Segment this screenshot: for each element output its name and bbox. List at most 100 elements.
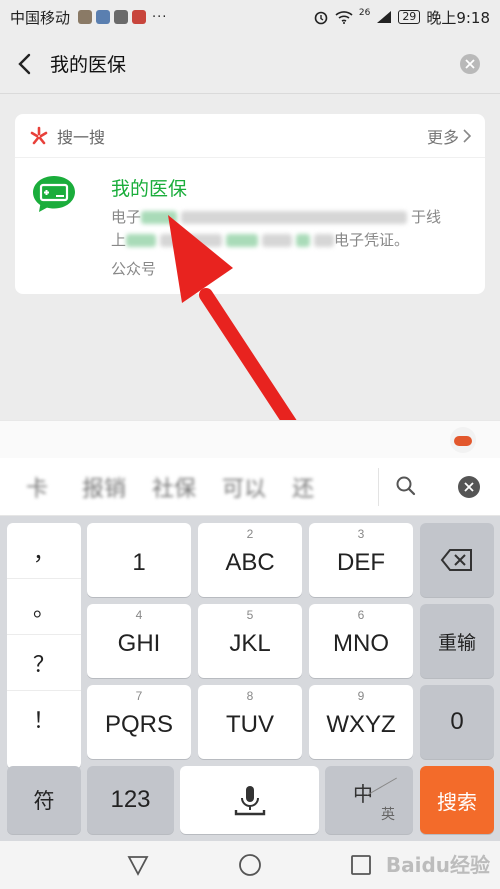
- back-button[interactable]: [0, 34, 48, 94]
- candidate-bar: 卡 报销 社保 可以 还: [0, 458, 500, 516]
- punct-key[interactable]: ，: [7, 523, 81, 579]
- close-icon: [465, 59, 475, 69]
- key-label: TUV: [226, 711, 274, 738]
- language-switch-key[interactable]: 中 英: [325, 766, 413, 834]
- clock: 晚上9:18: [426, 8, 490, 27]
- blurred-text: [126, 234, 157, 247]
- app-notification-icon: [114, 10, 129, 24]
- key-label: PQRS: [104, 711, 173, 738]
- search-header: 我的医保: [0, 34, 500, 94]
- key-label: 搜索: [437, 789, 477, 814]
- key-1[interactable]: 1: [87, 523, 191, 597]
- key-number: 7: [135, 689, 143, 703]
- numeric-key[interactable]: 123: [87, 766, 174, 834]
- keyboard-toolbar: [0, 420, 500, 458]
- chevron-right-icon: [463, 128, 471, 143]
- candidate-word[interactable]: 卡: [26, 471, 48, 503]
- chevron-left-icon: [18, 53, 31, 74]
- search-input[interactable]: 我的医保: [50, 50, 126, 77]
- key-3[interactable]: 3 DEF: [309, 523, 413, 597]
- t9-keyboard: ， 。 ？ ！ 1 2 ABC 3 DEF 4 GHI 5 JKL 6 MNO 重输 7 P…: [0, 516, 500, 841]
- key-label: GHI: [117, 630, 161, 657]
- more-link[interactable]: 更多: [427, 124, 471, 148]
- punctuation-column: ， 。 ？ ！: [7, 523, 81, 769]
- key-0[interactable]: 0: [420, 685, 494, 759]
- search-key[interactable]: 搜索: [420, 766, 494, 834]
- result-source: 公众号: [111, 260, 157, 278]
- status-bar: 中国移动 ··· 26 29 晚上9:18: [0, 0, 500, 34]
- result-description: 电子 于线 上 电子凭证。: [111, 206, 471, 252]
- close-icon: [464, 482, 474, 492]
- clear-search-button[interactable]: [460, 54, 480, 74]
- blurred-text: [141, 211, 178, 224]
- lang-sub-label: 英: [381, 807, 395, 823]
- battery-indicator: 29: [398, 10, 421, 24]
- space-voice-key[interactable]: [180, 766, 319, 834]
- punct-key[interactable]: ！: [7, 691, 81, 747]
- candidate-word[interactable]: 社保: [152, 471, 196, 503]
- punct-key[interactable]: 。: [7, 579, 81, 635]
- blurred-text: [296, 234, 311, 247]
- network-type-label: 26: [358, 8, 371, 18]
- key-number: 5: [246, 608, 254, 622]
- close-candidates-button[interactable]: [458, 476, 480, 498]
- key-label: 1: [132, 549, 146, 576]
- microphone-icon: [234, 786, 265, 816]
- key-2[interactable]: 2 ABC: [198, 523, 302, 597]
- search-icon[interactable]: [394, 474, 418, 498]
- card-header: 搜一搜 更多: [15, 114, 485, 158]
- key-label: MNO: [333, 630, 389, 657]
- app-notification-icon: [78, 10, 93, 24]
- key-label: DEF: [337, 549, 385, 576]
- notification-icons: [78, 10, 147, 24]
- baidu-watermark: Baidu经验: [385, 853, 490, 877]
- more-label: 更多: [426, 127, 459, 147]
- key-label: 123: [110, 786, 151, 813]
- key-5[interactable]: 5 JKL: [198, 604, 302, 678]
- key-8[interactable]: 8 TUV: [198, 685, 302, 759]
- candidate-word[interactable]: 可以: [222, 471, 266, 503]
- key-label: ABC: [225, 549, 275, 576]
- desc-text: 上: [111, 231, 127, 249]
- symbol-key[interactable]: 符: [7, 766, 81, 834]
- wifi-icon: [335, 11, 353, 24]
- backspace-key[interactable]: [420, 523, 494, 597]
- key-number: 8: [246, 689, 254, 703]
- back-triangle-icon[interactable]: [126, 853, 150, 877]
- key-number: 6: [357, 608, 365, 622]
- blurred-text: [226, 234, 259, 247]
- more-notifications-icon: ···: [152, 9, 168, 25]
- input-assistant-icon[interactable]: [450, 427, 476, 453]
- key-number: 4: [135, 608, 143, 622]
- key-number: 3: [357, 527, 365, 541]
- section-label: 搜一搜: [57, 127, 106, 147]
- key-label: 0: [450, 708, 464, 735]
- candidate-word[interactable]: 还: [292, 471, 314, 503]
- key-7[interactable]: 7 PQRS: [87, 685, 191, 759]
- search-result-card: 搜一搜 更多 我的医保 电子 于线 上 电子凭证。 公众号: [15, 114, 485, 294]
- desc-text: 电子凭证。: [334, 231, 410, 249]
- sou-yi-sou-icon: [30, 126, 48, 144]
- key-4[interactable]: 4 GHI: [87, 604, 191, 678]
- key-label: WXYZ: [326, 711, 396, 738]
- official-account-avatar-icon: [33, 176, 75, 212]
- home-circle-icon[interactable]: [238, 853, 262, 877]
- key-number: 2: [246, 527, 254, 541]
- desc-text: 于线: [411, 208, 442, 226]
- key-label: 符: [33, 789, 55, 813]
- app-notification-icon: [96, 10, 111, 24]
- app-notification-icon: [132, 10, 147, 24]
- key-label: JKL: [229, 630, 271, 657]
- carrier-label: 中国移动: [10, 8, 71, 27]
- key-label: 重输: [437, 631, 476, 654]
- desc-text: 电子: [111, 208, 142, 226]
- backspace-icon: [440, 549, 472, 571]
- reenter-key[interactable]: 重输: [420, 604, 494, 678]
- recents-square-icon[interactable]: [349, 853, 373, 877]
- system-navigation-bar: Baidu经验: [0, 841, 500, 889]
- key-9[interactable]: 9 WXYZ: [309, 685, 413, 759]
- candidate-word[interactable]: 报销: [82, 471, 126, 503]
- key-6[interactable]: 6 MNO: [309, 604, 413, 678]
- punct-key[interactable]: ？: [7, 635, 81, 691]
- blurred-text: [181, 211, 408, 224]
